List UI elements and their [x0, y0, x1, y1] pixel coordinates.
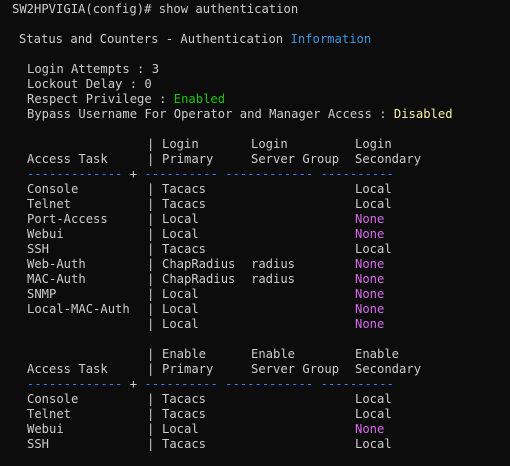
bypass-value: Disabled [393, 107, 453, 121]
cell-primary: Local [162, 317, 199, 331]
sep-left: ------------- [27, 377, 130, 391]
pipe: | [147, 197, 155, 211]
cell-access-task: SNMP [27, 287, 57, 301]
pipe: | [147, 257, 155, 271]
cell-secondary: None [355, 227, 385, 241]
respect-privilege-label: Respect Privilege : [27, 92, 174, 106]
cell-access-task: SSH [27, 242, 50, 256]
cell-secondary: Local [355, 182, 392, 196]
col-secondary: Secondary [355, 362, 422, 376]
pipe: | [147, 152, 155, 166]
cell-secondary: None [355, 212, 385, 226]
cell-secondary: Local [355, 392, 392, 406]
cell-access-task: Telnet [27, 407, 72, 421]
header-highlight: Information [290, 32, 372, 46]
pipe: | [147, 347, 155, 361]
pipe: | [147, 227, 155, 241]
cell-primary: Tacacs [162, 242, 207, 256]
cell-primary: Tacacs [162, 197, 207, 211]
sep-right: ---------- ------------ ---------- [137, 167, 394, 181]
pipe: | [147, 137, 155, 151]
cell-primary: Local [162, 287, 199, 301]
cell-access-task: Web-Auth [27, 257, 86, 271]
sep-right: ---------- ------------ ---------- [137, 377, 394, 391]
terminal-window[interactable]: SW2HPVIGIA(config)# show authentication … [0, 0, 510, 466]
sep-left: ------------- [27, 167, 130, 181]
pipe: | [147, 407, 155, 421]
cell-primary: ChapRadius [162, 257, 236, 271]
cell-secondary: Local [355, 407, 392, 421]
col-server-group: Server Group [251, 362, 340, 376]
col-login-1: Login [162, 137, 199, 151]
status-header: Status and Counters - Authentication Inf… [19, 32, 371, 47]
sep-plus: + [129, 167, 138, 181]
col-access-task: Access Task [27, 362, 108, 376]
col-enable-2: Enable [251, 347, 296, 361]
bypass-username: Bypass Username For Operator and Manager… [27, 107, 453, 122]
cell-secondary: None [355, 287, 385, 301]
pipe: | [147, 437, 155, 451]
cell-primary: Tacacs [162, 182, 207, 196]
header-title: Status and Counters - Authentication [19, 32, 291, 46]
pipe: | [147, 392, 155, 406]
col-secondary: Secondary [355, 152, 422, 166]
cell-secondary: Local [355, 437, 392, 451]
col-primary: Primary [162, 152, 214, 166]
login-attempts: Login Attempts : 3 [27, 62, 160, 76]
col-access-task: Access Task [27, 152, 108, 166]
cell-access-task: Webui [27, 422, 64, 436]
separator-row: ------------- + ---------- ------------ … [27, 167, 394, 182]
cell-server-group: radius [251, 272, 296, 286]
pipe: | [147, 242, 155, 256]
pipe: | [147, 317, 155, 331]
cell-primary: Tacacs [162, 392, 207, 406]
cell-secondary: None [355, 302, 385, 316]
col-primary: Primary [162, 362, 214, 376]
pipe: | [147, 272, 155, 286]
cell-secondary: None [355, 257, 385, 271]
cell-access-task: Port-Access [27, 212, 108, 226]
pipe: | [147, 362, 155, 376]
pipe: | [147, 212, 155, 226]
cell-access-task: Console [27, 182, 79, 196]
respect-privilege-value: Enabled [173, 92, 226, 106]
col-server-group: Server Group [251, 152, 340, 166]
sep-plus: + [129, 377, 138, 391]
cell-secondary: None [355, 272, 385, 286]
cell-primary: Local [162, 212, 199, 226]
cell-server-group: radius [251, 257, 296, 271]
cell-primary: Tacacs [162, 407, 207, 421]
cell-primary: ChapRadius [162, 272, 236, 286]
bypass-label: Bypass Username For Operator and Manager… [27, 107, 394, 121]
cell-secondary: Local [355, 197, 392, 211]
command-prompt: SW2HPVIGIA(config)# show authentication [12, 2, 299, 16]
cell-access-task: Telnet [27, 197, 72, 211]
cell-primary: Tacacs [162, 437, 207, 451]
cell-primary: Local [162, 302, 199, 316]
pipe: | [147, 287, 155, 301]
cell-primary: Local [162, 227, 199, 241]
cell-access-task: Console [27, 392, 79, 406]
col-login-3: Login [355, 137, 392, 151]
col-enable-3: Enable [355, 347, 400, 361]
pipe: | [147, 302, 155, 316]
cell-secondary: None [355, 317, 385, 331]
cell-access-task: Webui [27, 227, 64, 241]
pipe: | [147, 182, 155, 196]
cell-access-task: SSH [27, 437, 50, 451]
cell-secondary: Local [355, 242, 392, 256]
cell-access-task: MAC-Auth [27, 272, 86, 286]
col-enable-1: Enable [162, 347, 207, 361]
pipe: | [147, 422, 155, 436]
cell-primary: Local [162, 422, 199, 436]
cell-access-task: Local-MAC-Auth [27, 302, 130, 316]
separator-row: ------------- + ---------- ------------ … [27, 377, 394, 392]
col-login-2: Login [251, 137, 288, 151]
lockout-delay: Lockout Delay : 0 [27, 77, 152, 91]
respect-privilege: Respect Privilege : Enabled [27, 92, 225, 107]
cell-secondary: None [355, 422, 385, 436]
